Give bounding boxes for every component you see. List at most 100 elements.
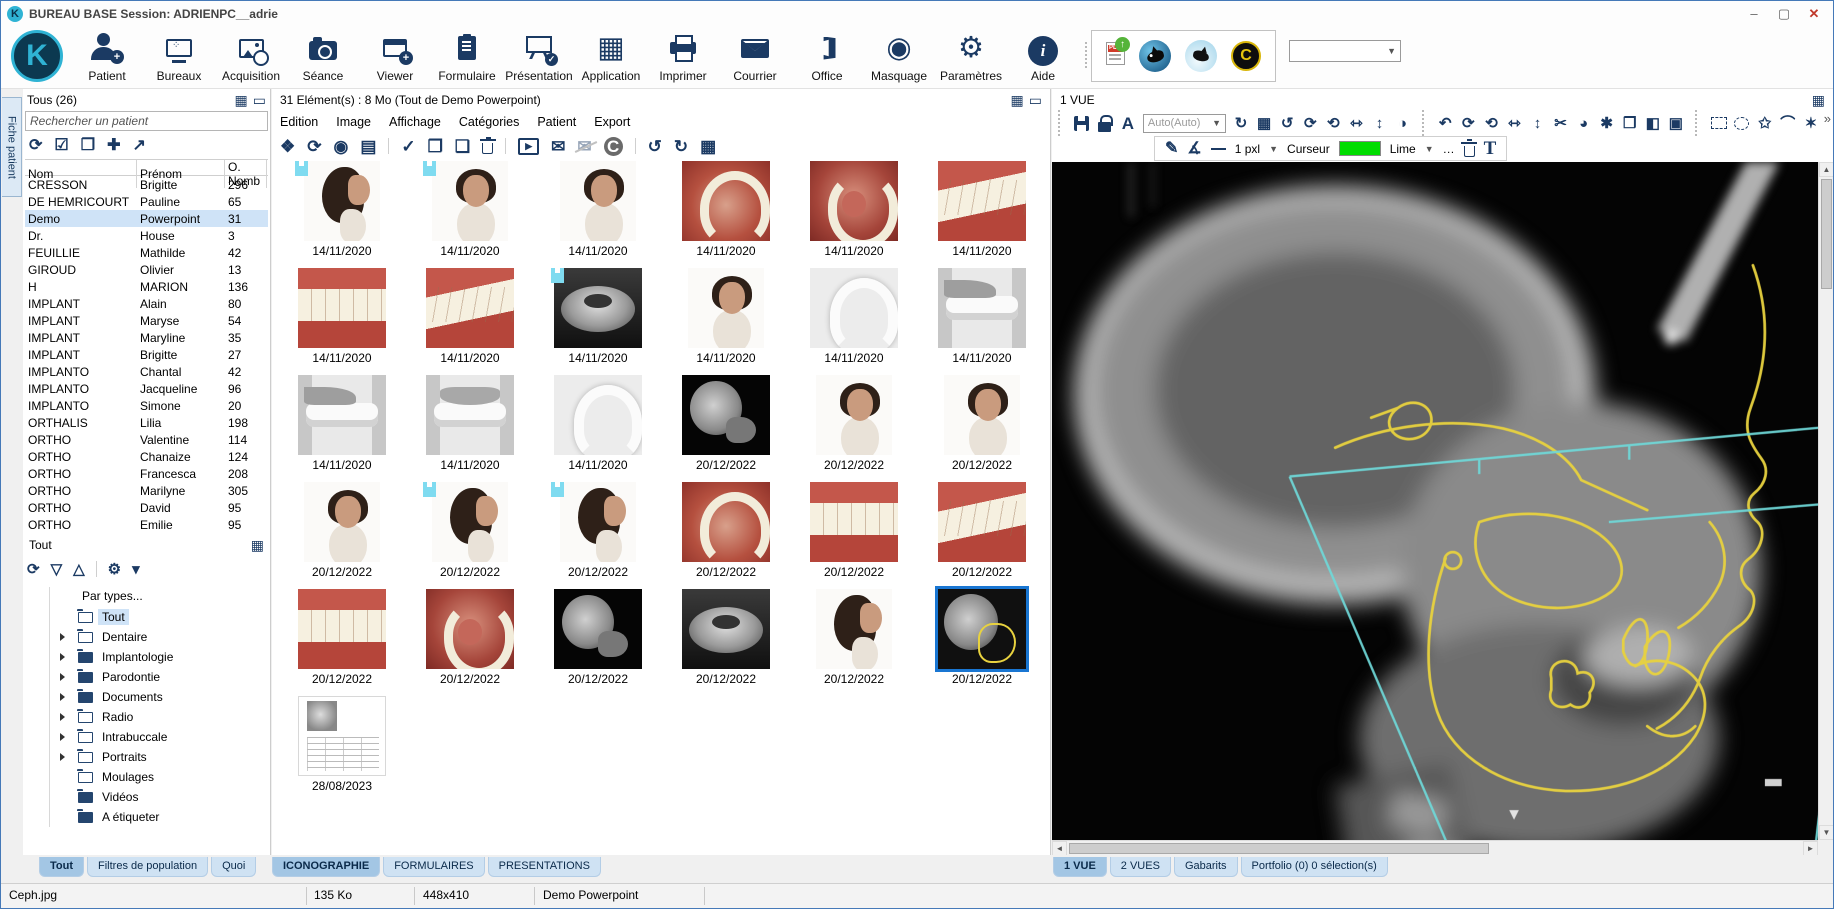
thumbnail-item[interactable]: 20/12/2022 [534, 587, 662, 694]
thumbnail-item[interactable]: 20/12/2022 [406, 480, 534, 587]
patient-row[interactable]: ORTHOEmilie95 [25, 516, 268, 533]
thumbnail-item[interactable]: 14/11/2020 [406, 266, 534, 373]
toolbar-button-application[interactable]: ▦Application [575, 28, 647, 86]
viewer-vertical-scrollbar[interactable]: ▲ ▼ [1818, 162, 1833, 840]
filter-patient-icon[interactable]: ▽ [51, 562, 63, 577]
protractor-icon[interactable]: ∡ [1187, 141, 1201, 157]
rotate-ccw90-icon[interactable]: ⟲ [1325, 116, 1341, 131]
thumbnail-item[interactable]: 14/11/2020 [662, 159, 790, 266]
c-disc-icon[interactable]: C [604, 137, 623, 156]
expand-arrow-icon[interactable] [60, 713, 65, 721]
tab-gabarits[interactable]: Gabarits [1174, 857, 1238, 877]
thumbnail-item[interactable]: 20/12/2022 [790, 480, 918, 587]
grid-icon[interactable]: ▦ [251, 538, 264, 552]
refresh-icon[interactable]: ⟳ [29, 138, 42, 154]
flip-v-icon[interactable]: ↕ [1529, 116, 1545, 131]
patient-row[interactable]: IMPLANTMaryse54 [25, 312, 268, 329]
toolbar-button-patient[interactable]: Patient [71, 28, 143, 86]
duplicate-icon[interactable]: ❐ [81, 138, 95, 154]
thumbnail-item[interactable]: 14/11/2020 [918, 159, 1046, 266]
vscroll-thumb[interactable] [1821, 179, 1832, 289]
tab-formulaires[interactable]: FORMULAIRES [383, 857, 484, 877]
thumbnail-item[interactable]: 20/12/2022 [662, 587, 790, 694]
patient-row[interactable]: IMPLANTAlain80 [25, 295, 268, 312]
close-button[interactable]: ✕ [1799, 1, 1829, 26]
check-icon[interactable]: ✓ [401, 138, 415, 155]
patient-row[interactable]: ORTHALISLilia198 [25, 414, 268, 431]
screen-icon[interactable]: ▭ [1029, 93, 1042, 107]
c-badge-button[interactable]: C [1231, 41, 1261, 71]
toolbar-button-parametres[interactable]: ⚙Paramètres [935, 28, 1007, 86]
toolbar-button-presentation[interactable]: Présentation [503, 28, 575, 86]
grid-icon[interactable]: ▦ [1256, 116, 1272, 131]
form-icon[interactable]: ▤ [360, 138, 376, 155]
thumbnail-item[interactable]: 14/11/2020 [278, 159, 406, 266]
windows-icon[interactable]: ❖ [280, 138, 295, 155]
caret-icon[interactable]: ▾ [132, 562, 140, 577]
gear-small-icon[interactable]: ⚙ [108, 562, 121, 577]
thumbnail-item[interactable]: 20/12/2022 [790, 373, 918, 480]
thumbnail-item[interactable]: 14/11/2020 [662, 266, 790, 373]
tab-1vue[interactable]: 1 VUE [1053, 857, 1107, 877]
thumbnail-item[interactable]: 20/12/2022 [918, 480, 1046, 587]
expand-arrow-icon[interactable] [60, 653, 65, 661]
toolbar-button-seance[interactable]: Séance [287, 28, 359, 86]
tree-item-portraits[interactable]: Portraits [58, 747, 268, 767]
contrast-icon[interactable]: ◑ [1394, 116, 1410, 131]
patient-row[interactable]: IMPLANTOJacqueline96 [25, 380, 268, 397]
toolbar-button-imprimer[interactable]: Imprimer [647, 28, 719, 86]
text-tool-icon[interactable]: T [1484, 139, 1497, 158]
orca-light-button[interactable] [1185, 40, 1217, 72]
hscroll-thumb[interactable] [1069, 843, 1489, 854]
toolbar-button-acquisition[interactable]: Acquisition [215, 28, 287, 86]
chevron-down-icon[interactable]: ▼ [1269, 144, 1278, 154]
fit-icon[interactable]: ❒ [1622, 116, 1638, 131]
text-style-icon[interactable]: A [1120, 115, 1136, 132]
validate-icon[interactable]: ☑ [54, 138, 68, 154]
thumbnail-item[interactable]: 28/08/2023 [278, 694, 406, 801]
zoom-mode-combobox[interactable]: Auto(Auto)▼ [1143, 114, 1226, 133]
add-patient-icon[interactable]: ✚ [107, 138, 120, 154]
filter-type-icon[interactable]: △ [73, 562, 85, 577]
orca-button[interactable] [1139, 40, 1171, 72]
patient-row[interactable]: ORTHOChanaize124 [25, 448, 268, 465]
tab-portfolio00selections[interactable]: Portfolio (0) 0 sélection(s) [1241, 857, 1388, 877]
expand-arrow-icon[interactable] [60, 693, 65, 701]
grid-icon[interactable]: ▦ [1812, 93, 1825, 107]
thumbnail-item[interactable]: 14/11/2020 [534, 159, 662, 266]
thumbnail-item[interactable]: 14/11/2020 [918, 266, 1046, 373]
export-image-icon[interactable]: ▣ [1668, 116, 1684, 131]
select-rect-icon[interactable] [1711, 117, 1727, 129]
tab-presentations[interactable]: PRESENTATIONS [488, 857, 601, 877]
rotate-free-icon[interactable]: ↺ [1279, 116, 1295, 131]
menu-export[interactable]: Export [594, 115, 630, 129]
thumbnail-item[interactable]: 20/12/2022 [918, 587, 1046, 694]
patient-row[interactable]: IMPLANTBrigitte27 [25, 346, 268, 363]
refresh-icon[interactable]: ⟳ [27, 562, 40, 577]
thumbnail-item[interactable]: 20/12/2022 [278, 587, 406, 694]
trash-icon[interactable] [1464, 141, 1475, 157]
enhance-icon[interactable]: ✱ [1599, 116, 1615, 131]
thumbnail-item[interactable]: 20/12/2022 [278, 480, 406, 587]
flip-h-icon[interactable]: ⇿ [1506, 116, 1522, 131]
split-icon[interactable]: ◧ [1645, 116, 1661, 131]
thumbnail-item[interactable]: 14/11/2020 [534, 373, 662, 480]
thumbnail-item[interactable]: 20/12/2022 [662, 373, 790, 480]
patient-row[interactable]: ORTHOMarilyne305 [25, 482, 268, 499]
tree-item-intrabuccale[interactable]: Intrabuccale [58, 727, 268, 747]
save-icon[interactable] [1074, 116, 1090, 131]
thumbnail-item[interactable]: 14/11/2020 [790, 266, 918, 373]
tree-item-documents[interactable]: Documents [58, 687, 268, 707]
reset-view-icon[interactable]: ↻ [1233, 116, 1249, 131]
flip-h-icon[interactable]: ⇿ [1348, 116, 1364, 131]
thumbnail-item[interactable]: 20/12/2022 [406, 587, 534, 694]
mail-off-icon[interactable]: ✉ [577, 138, 591, 155]
tree-item-videos[interactable]: Vidéos [58, 787, 268, 807]
minimize-button[interactable]: – [1739, 1, 1769, 26]
pencil-icon[interactable]: ✎ [1165, 141, 1178, 157]
expand-arrow-icon[interactable] [60, 673, 65, 681]
maximize-button[interactable]: ▢ [1769, 1, 1799, 26]
menu-affichage[interactable]: Affichage [389, 115, 441, 129]
tree-item-radio[interactable]: Radio [58, 707, 268, 727]
top-combobox[interactable]: ▼ [1289, 40, 1401, 62]
